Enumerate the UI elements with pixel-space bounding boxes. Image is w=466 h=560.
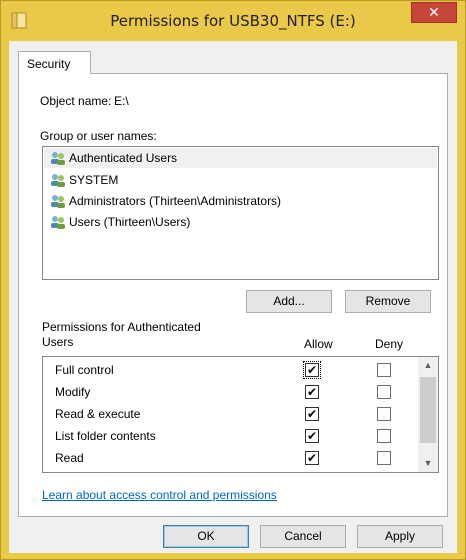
apply-button[interactable]: Apply (357, 525, 443, 548)
object-name-value: E:\ (114, 94, 129, 108)
permissions-grid: Full control ✔ Modify ✔ Read & execute ✔… (42, 356, 439, 473)
list-item-label: Administrators (Thirteen\Administrators) (69, 194, 282, 208)
deny-column-header: Deny (375, 337, 404, 351)
title-bar[interactable]: Permissions for USB30_NTFS (E:) ✕ (1, 1, 465, 41)
permission-row-partial (43, 469, 418, 472)
deny-checkbox[interactable] (377, 363, 391, 377)
list-item-label: Authenticated Users (69, 151, 178, 165)
tab-security[interactable]: Security (18, 51, 91, 74)
add-button[interactable]: Add... (246, 290, 332, 313)
permissions-label-user: Users (42, 335, 74, 349)
list-item[interactable]: SYSTEM (44, 170, 437, 190)
group-list-label: Group or user names: (40, 129, 157, 143)
permission-label: Full control (55, 363, 114, 377)
remove-button[interactable]: Remove (345, 290, 431, 313)
cancel-button[interactable]: Cancel (260, 525, 346, 548)
permission-label: Read (55, 451, 84, 465)
permission-row: Modify ✔ (43, 381, 418, 403)
scroll-up-icon[interactable]: ▲ (418, 357, 438, 374)
scroll-down-icon[interactable]: ▼ (418, 455, 438, 472)
permissions-scrollbar[interactable]: ▲ ▼ (418, 357, 438, 472)
permission-label: Modify (55, 385, 91, 399)
close-button[interactable]: ✕ (411, 2, 457, 23)
allow-checkbox[interactable]: ✔ (305, 429, 319, 443)
permissions-label: Permissions for Authenticated (42, 320, 201, 334)
access-control-help-link[interactable]: Learn about access control and permissio… (42, 488, 277, 502)
ok-button[interactable]: OK (163, 525, 249, 548)
list-item-label: SYSTEM (69, 173, 119, 187)
scrollbar-thumb[interactable] (420, 377, 436, 443)
permission-row: Read ✔ (43, 447, 418, 469)
users-icon (51, 174, 65, 187)
list-item-label: Users (Thirteen\Users) (69, 215, 191, 229)
permission-row: Read & execute ✔ (43, 403, 418, 425)
deny-checkbox[interactable] (377, 451, 391, 465)
list-item[interactable]: Administrators (Thirteen\Administrators) (44, 191, 437, 211)
permission-label: List folder contents (55, 429, 156, 443)
group-user-list[interactable]: Authenticated Users SYSTEM Administrator… (42, 146, 439, 280)
allow-checkbox[interactable]: ✔ (305, 385, 319, 399)
permission-row: List folder contents ✔ (43, 425, 418, 447)
window-title: Permissions for USB30_NTFS (E:) (110, 12, 356, 30)
allow-column-header: Allow (304, 337, 333, 351)
allow-checkbox[interactable]: ✔ (305, 451, 319, 465)
users-icon (51, 216, 65, 229)
list-item[interactable]: Users (Thirteen\Users) (44, 212, 437, 232)
permission-label: Read & execute (55, 407, 141, 421)
users-icon (51, 152, 65, 165)
allow-checkbox[interactable]: ✔ (305, 407, 319, 421)
deny-checkbox[interactable] (377, 429, 391, 443)
users-icon (51, 195, 65, 208)
deny-checkbox[interactable] (377, 407, 391, 421)
permission-row: Full control ✔ (43, 359, 418, 381)
allow-checkbox[interactable]: ✔ (303, 361, 321, 379)
list-item[interactable]: Authenticated Users (44, 148, 437, 168)
object-name-label: Object name: (40, 94, 112, 108)
deny-checkbox[interactable] (377, 385, 391, 399)
